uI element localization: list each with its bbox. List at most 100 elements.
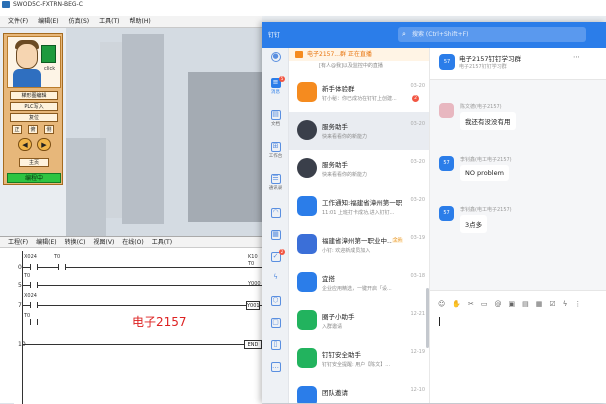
more-icon[interactable]: ⋮ [574, 300, 581, 310]
nav-messages[interactable]: ≡ 消息 5 [262, 76, 289, 108]
mention-icon[interactable]: @ [495, 300, 502, 310]
nav-workbench[interactable]: ⊞ 工作台 [262, 142, 289, 172]
ladder-menu-convert[interactable]: 转换(C) [65, 237, 86, 247]
arrow-left-icon[interactable]: ◀ [18, 138, 32, 151]
scissors-icon[interactable]: ✂ [468, 300, 474, 310]
calendar-icon[interactable]: ▦ [536, 300, 543, 310]
search-input[interactable]: ⌕ 搜索 (Ctrl+Shift+F) [398, 27, 586, 42]
click-label: click [44, 66, 56, 72]
menu-edit[interactable]: 编辑(E) [38, 16, 58, 27]
group-avatar[interactable]: 57 [439, 54, 455, 70]
body [13, 69, 41, 87]
power-rail [22, 251, 23, 404]
contact[interactable] [30, 319, 38, 325]
contact-label: T0 [24, 273, 31, 279]
contact-label: X024 [24, 293, 37, 299]
sender-avatar[interactable]: 57 [439, 156, 454, 171]
nav-more[interactable]: … [262, 362, 289, 382]
image-icon[interactable]: ▣ [509, 300, 516, 310]
live-banner[interactable]: 电子2157...群 正在直播 [289, 48, 429, 61]
message-bubble[interactable]: NO problem [460, 165, 509, 181]
conversation-time: 03-20 [410, 159, 425, 165]
contact-label: T0 [54, 254, 61, 260]
nav-label: 通讯录 [268, 186, 283, 191]
ladder-menu-view[interactable]: 视图(V) [94, 237, 115, 247]
conversation-item[interactable]: 工作通知:福建省漳州第一职... 11:01 上班打卡成功,进入钉钉... 03… [289, 188, 429, 226]
sender-name: 陈文德(电子2157) [460, 104, 502, 110]
chat-title[interactable]: 电子2157钉钉学习群 [459, 53, 521, 63]
cloud-icon: ◠ [270, 208, 281, 218]
conversation-item[interactable]: 服务助手 快来看看你的新能力 03-20 [289, 112, 429, 150]
nav-docs[interactable]: ▤ 文档 [262, 110, 289, 140]
front-view-button[interactable]: 正 [12, 125, 22, 134]
conversation-avatar [297, 158, 317, 178]
end-instruction[interactable]: END [244, 340, 262, 349]
conversation-name: 钉钉安全助手 [322, 351, 361, 359]
ladder-menu-edit[interactable]: 编辑(E) [36, 237, 56, 247]
check-icon[interactable]: ☑ [549, 300, 555, 310]
contact[interactable] [30, 282, 38, 288]
doc-icon[interactable]: ▤ [522, 300, 529, 310]
message-bubble[interactable]: 我还有没没有用 [460, 112, 516, 130]
conversation-name: 工作通知:福建省漳州第一职... [322, 199, 402, 207]
ladder-menu-tools[interactable]: 工具(T) [152, 237, 172, 247]
conversation-name: 团队邀请 [322, 389, 348, 397]
contact[interactable] [30, 302, 38, 308]
sender-avatar[interactable] [439, 103, 454, 118]
conversation-item[interactable]: 圈子小助手 入群邀请 12-21 [289, 302, 429, 340]
coil[interactable]: Y001 [246, 301, 260, 310]
conversation-time: 03-18 [410, 273, 425, 279]
message-bubble[interactable]: 3点多 [460, 215, 488, 233]
lightning-icon[interactable]: ϟ [563, 300, 568, 310]
conversation-item[interactable]: 钉钉安全助手 钉钉安全提醒: 用户【陈文】... 12-19 [289, 340, 429, 378]
nav-hexagon[interactable]: ⬡ [262, 296, 289, 316]
ladder-menu-project[interactable]: 工程(F) [8, 237, 28, 247]
conversation-item[interactable]: 福建省漳州第一职业中... 全员 小钉: 欢迎新成员加入 03-19 [289, 226, 429, 264]
emoji-icon[interactable]: ☺ [438, 300, 445, 310]
arrow-right-icon[interactable]: ▶ [37, 138, 51, 151]
message-input[interactable]: ☺ ✋ ✂ ▭ @ ▣ ▤ ▦ ☑ ϟ ⋮ [430, 290, 606, 403]
contact[interactable] [30, 264, 38, 270]
conversation-item[interactable]: 团队邀请 12-10 [289, 378, 429, 403]
rung-line [22, 305, 262, 306]
menu-file[interactable]: 文件(F) [8, 16, 28, 27]
nav-file[interactable]: ▯ [262, 340, 289, 360]
conversation-avatar [297, 196, 317, 216]
conversation-avatar [297, 120, 317, 140]
ladder-menu-online[interactable]: 在线(O) [122, 237, 143, 247]
watermark-text: 电子2157 [132, 315, 187, 329]
chat-more-icon[interactable]: ⋯ [573, 53, 580, 61]
nav-contacts[interactable]: ☰ 通讯录 [262, 174, 289, 204]
conversation-item[interactable]: 宜搭 企业应用精选，一键开启「设... 03-18 [289, 264, 429, 302]
contacts-icon: ☰ [270, 174, 281, 184]
like-icon[interactable]: ✋ [452, 300, 461, 310]
contact[interactable] [58, 264, 66, 270]
reset-button[interactable]: 复位 [10, 113, 58, 122]
nav-lightning[interactable]: ϟ [262, 274, 289, 294]
side-view-button[interactable]: 侧 [44, 125, 54, 134]
live-icon [295, 51, 303, 58]
plc-write-button[interactable]: PLC写入 [10, 102, 58, 111]
conversation-item[interactable]: 服务助手 快来看看你的新能力 03-20 [289, 150, 429, 188]
ladder-edit-button[interactable]: 梯形图编辑 [10, 91, 58, 100]
folder-icon[interactable]: ▭ [481, 300, 488, 310]
scene-building [66, 138, 106, 236]
sender-avatar[interactable]: 57 [439, 206, 454, 221]
top-view-button[interactable]: 俯 [28, 125, 38, 134]
conversation-name: 宜搭 [322, 275, 335, 283]
guide-avatar[interactable]: click [7, 36, 61, 88]
list-scrollbar[interactable] [426, 288, 429, 348]
nav-calendar[interactable]: ▦ [262, 230, 289, 250]
home-button[interactable]: 主页 [19, 158, 49, 167]
status-indicator: 编程中 [7, 173, 61, 183]
menu-tools[interactable]: 工具(T) [99, 16, 119, 27]
mention-filter[interactable]: [有人@我]以及监控中的直播 [289, 61, 429, 71]
nav-todo[interactable]: ✓ 2 [262, 249, 289, 272]
menu-help[interactable]: 帮助(H) [129, 16, 150, 27]
menu-simulate[interactable]: 仿真(S) [69, 16, 90, 27]
more-icon: … [270, 362, 281, 372]
nav-bag[interactable]: ▢ [262, 318, 289, 338]
nav-cloud[interactable]: ◠ [262, 208, 289, 228]
chat-panel: 57 电子2157钉钉学习群 电子2157钉钉学习群 ⋯ 陈文德(电子2157)… [430, 48, 606, 403]
conversation-item[interactable]: 新手体验群 钉小秘：你已成功在钉钉上创建... 03-20 2 [289, 74, 429, 112]
